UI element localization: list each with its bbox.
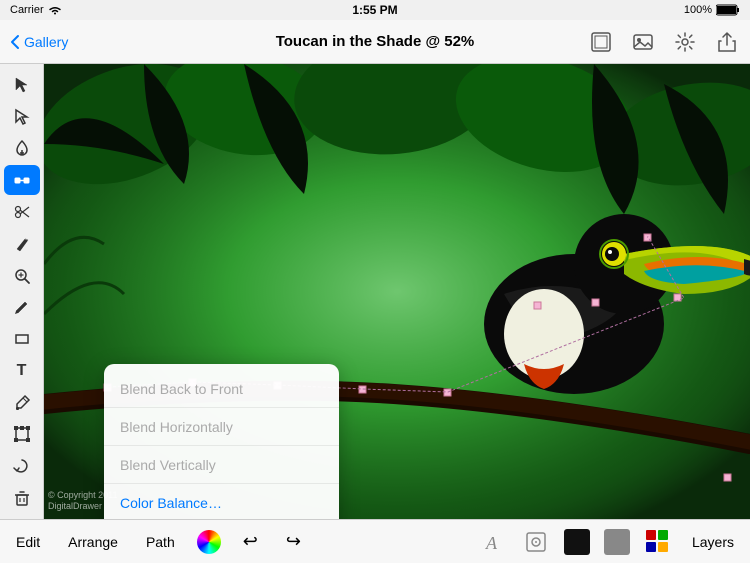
node-icon (13, 171, 31, 189)
magnifier-icon (13, 267, 31, 285)
canvas-area[interactable]: © Copyright 2011 DigitalDrawer Blend Bac… (44, 64, 750, 519)
status-bar: Carrier 1:55 PM 100% (0, 0, 750, 20)
context-menu: Blend Back to Front Blend Horizontally B… (104, 364, 339, 519)
back-label: Gallery (24, 34, 68, 50)
copyright-line2: DigitalDrawer (48, 501, 102, 511)
blend-horizontally-menu-item: Blend Horizontally (104, 408, 339, 446)
eyedropper-tool-button[interactable] (4, 388, 40, 418)
focus-button[interactable] (522, 528, 550, 556)
gear-icon (674, 31, 696, 53)
settings-button[interactable] (672, 29, 698, 55)
arrange-menu-button[interactable]: Arrange (62, 530, 124, 554)
bottom-right-icons: A Layers (480, 528, 740, 556)
status-time: 1:55 PM (352, 3, 397, 17)
carrier-label: Carrier (10, 4, 44, 16)
knife-icon (13, 235, 31, 253)
scissors-icon (13, 203, 31, 221)
pencil-icon (13, 298, 31, 316)
gray-square-button[interactable] (604, 529, 630, 555)
text-tool-label: T (17, 362, 27, 380)
transform-icon (13, 425, 31, 443)
scissors-tool-button[interactable] (4, 197, 40, 227)
nav-actions (588, 29, 740, 55)
eyedropper-icon (13, 394, 31, 412)
pen-icon (13, 139, 31, 157)
blend-front-menu-item: Blend Back to Front (104, 370, 339, 408)
color-picker-button[interactable] (197, 530, 221, 554)
blend-vertically-menu-item: Blend Vertically (104, 446, 339, 484)
bottom-bar: Edit Arrange Path ↩ ↪ A (0, 519, 750, 563)
pencil-tool-button[interactable] (4, 292, 40, 322)
wifi-icon (48, 5, 62, 15)
battery-icon (716, 4, 740, 16)
trash-icon (13, 489, 31, 507)
text-style-icon: A (482, 530, 506, 554)
back-button[interactable]: Gallery (10, 34, 68, 50)
status-right: 100% (684, 4, 740, 16)
edit-menu-button[interactable]: Edit (10, 530, 46, 554)
document-title: Toucan in the Shade @ 52% (276, 33, 475, 50)
status-left: Carrier (10, 4, 62, 16)
select-tool-button[interactable] (4, 70, 40, 100)
svg-text:A: A (485, 533, 498, 553)
redo-button[interactable]: ↪ (280, 527, 307, 556)
share-button[interactable] (714, 29, 740, 55)
delete-tool-button[interactable] (4, 483, 40, 513)
frame-button[interactable] (588, 29, 614, 55)
direct-select-icon (13, 108, 31, 126)
text-tool-button[interactable]: T (4, 356, 40, 386)
image-button[interactable] (630, 29, 656, 55)
focus-icon (524, 530, 548, 554)
mosaic-icon (645, 529, 671, 555)
text-style-button[interactable]: A (480, 528, 508, 556)
path-menu-button[interactable]: Path (140, 530, 181, 554)
layers-button[interactable]: Layers (686, 530, 740, 554)
frame-icon (590, 31, 612, 53)
rectangle-tool-button[interactable] (4, 324, 40, 354)
rotate-icon (13, 457, 31, 475)
image-icon (632, 31, 654, 53)
pen-tool-button[interactable] (4, 134, 40, 164)
color-balance-menu-item[interactable]: Color Balance… (104, 484, 339, 519)
knife-tool-button[interactable] (4, 229, 40, 259)
rotate-tool-button[interactable] (4, 451, 40, 481)
black-square-button[interactable] (564, 529, 590, 555)
share-icon (716, 31, 738, 53)
main-content: T (0, 64, 750, 519)
zoom-tool-button[interactable] (4, 261, 40, 291)
toolbar: T (0, 64, 44, 519)
select-arrow-icon (13, 76, 31, 94)
direct-select-tool-button[interactable] (4, 102, 40, 132)
node-tool-button[interactable] (4, 165, 40, 195)
mosaic-button[interactable] (644, 528, 672, 556)
transform-tool-button[interactable] (4, 420, 40, 450)
rectangle-icon (13, 330, 31, 348)
undo-button[interactable]: ↩ (237, 527, 264, 556)
back-chevron-icon (10, 34, 20, 50)
nav-bar: Gallery Toucan in the Shade @ 52% (0, 20, 750, 64)
battery-label: 100% (684, 4, 712, 16)
